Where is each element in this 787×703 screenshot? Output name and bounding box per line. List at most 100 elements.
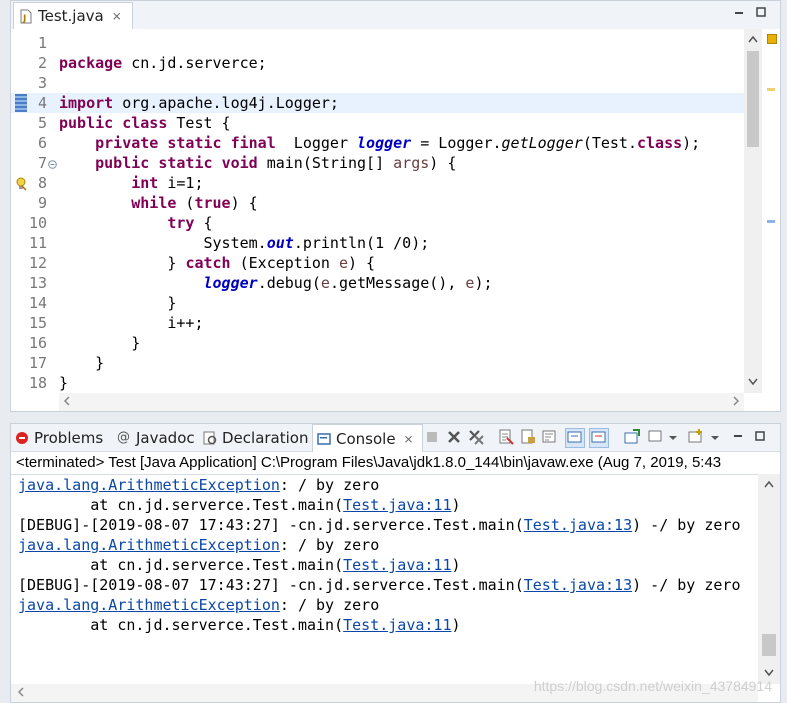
tab-label: Declaration <box>222 428 309 447</box>
pin-console-icon[interactable] <box>623 428 641 446</box>
close-icon[interactable]: ⨯ <box>404 432 414 446</box>
code-text: i++; <box>59 314 204 332</box>
occurrence-marker[interactable] <box>767 88 775 91</box>
show-on-stderr-icon[interactable] <box>589 428 609 448</box>
stacktrace-link[interactable]: java.lang.ArithmeticException <box>18 476 280 494</box>
stacktrace-link[interactable]: Test.java:11 <box>343 496 451 514</box>
code-text: private static final Logger logger = Log… <box>95 134 701 152</box>
code-line[interactable]: 10 try { <box>11 213 744 233</box>
minimize-icon[interactable] <box>732 6 746 18</box>
line-number: 17 <box>28 354 47 372</box>
line-number: 18 <box>28 374 47 392</box>
line-number: 7 <box>37 154 47 172</box>
warning-overview-marker[interactable] <box>767 34 777 44</box>
chevron-down-icon[interactable] <box>709 428 721 446</box>
code-line[interactable]: 9 while (true) { <box>11 193 744 213</box>
code-text: try { <box>167 214 213 232</box>
close-icon[interactable]: ⨯ <box>112 9 122 23</box>
scroll-up-icon[interactable] <box>748 33 758 46</box>
remove-all-terminated-icon[interactable] <box>467 428 485 446</box>
code-line[interactable]: 6 private static final Logger logger = L… <box>11 133 744 153</box>
code-line[interactable]: 18} <box>11 373 744 393</box>
stacktrace-link[interactable]: Test.java:13 <box>524 576 632 594</box>
code-line[interactable]: 7 public static void main(String[] args)… <box>11 153 744 173</box>
scroll-lock-icon[interactable] <box>519 428 537 446</box>
code-line[interactable]: 11 System.out.println(1 /0); <box>11 233 744 253</box>
scroll-left-icon[interactable] <box>63 396 71 409</box>
editor-tab-label: Test.java <box>38 7 104 25</box>
code-line[interactable]: 12 } catch (Exception e) { <box>11 253 744 273</box>
minimize-icon[interactable] <box>731 428 749 446</box>
code-text: public class Test { <box>59 114 231 132</box>
tab-declaration[interactable]: Declaration <box>203 424 308 451</box>
java-file-icon: J <box>20 9 32 24</box>
stacktrace-link[interactable]: java.lang.ArithmeticException <box>18 536 280 554</box>
editor-vertical-scrollbar[interactable] <box>744 29 762 393</box>
code-line[interactable]: 4 import org.apache.log4j.Logger; <box>11 93 744 113</box>
console-line: java.lang.ArithmeticException: / by zero <box>18 476 380 494</box>
clear-console-icon[interactable] <box>497 428 515 446</box>
remove-launch-icon[interactable] <box>445 428 463 446</box>
console-scroll-thumb[interactable] <box>762 634 776 656</box>
stacktrace-link[interactable]: Test.java:11 <box>343 556 451 574</box>
editor-panel: J Test.java ⨯ 1 2 package cn.jd.serverce; 3… <box>10 0 781 412</box>
code-editor[interactable]: 1 2 package cn.jd.serverce; 3 4 import org.ap… <box>11 29 744 393</box>
display-selected-console-icon[interactable] <box>647 428 665 446</box>
editor-horizontal-scrollbar[interactable] <box>59 393 744 411</box>
code-line[interactable]: 5 public class Test { <box>11 113 744 133</box>
line-number: 14 <box>28 294 47 312</box>
line-number: 13 <box>28 274 47 292</box>
terminate-icon[interactable] <box>423 428 441 446</box>
line-number: 9 <box>37 194 47 212</box>
editor-scroll-thumb[interactable] <box>747 51 759 147</box>
code-text: import org.apache.log4j.Logger; <box>59 94 339 112</box>
code-line[interactable]: 17 } <box>11 353 744 373</box>
word-wrap-icon[interactable] <box>541 428 559 446</box>
code-line[interactable]: 8 int i=1; <box>11 173 744 193</box>
line-number: 16 <box>28 334 47 352</box>
console-vertical-scrollbar[interactable] <box>758 474 780 684</box>
editor-tab-test-java[interactable]: J Test.java ⨯ <box>13 2 133 29</box>
maximize-icon[interactable] <box>753 428 771 446</box>
scroll-up-icon[interactable] <box>764 478 774 491</box>
line-number: 1 <box>37 34 47 52</box>
code-line[interactable]: 16 } <box>11 333 744 353</box>
at-icon: @ <box>117 429 130 445</box>
maximize-icon[interactable] <box>754 6 768 18</box>
console-line: at cn.jd.serverce.Test.main(Test.java:11… <box>18 496 461 514</box>
view-tab-bar: Problems @ Javadoc Declaration Console ⨯ <box>11 424 780 452</box>
svg-text:J: J <box>22 14 26 24</box>
console-line: at cn.jd.serverce.Test.main(Test.java:11… <box>18 616 461 634</box>
code-text: int i=1; <box>131 174 204 192</box>
problems-icon <box>15 431 29 445</box>
tab-console[interactable]: Console ⨯ <box>312 424 423 452</box>
code-line[interactable]: 14 } <box>11 293 744 313</box>
open-console-icon[interactable] <box>687 428 705 446</box>
tab-label: Javadoc <box>136 428 195 447</box>
code-line[interactable]: 2 package cn.jd.serverce; <box>11 53 744 73</box>
code-line[interactable]: 3 <box>11 73 744 93</box>
code-line[interactable]: 15 i++; <box>11 313 744 333</box>
code-line[interactable]: 13 logger.debug(e.getMessage(), e); <box>11 273 744 293</box>
code-line[interactable]: 1 <box>11 33 744 53</box>
scroll-left-icon[interactable] <box>17 687 25 700</box>
line-number: 2 <box>37 54 47 72</box>
scroll-down-icon[interactable] <box>748 376 758 389</box>
stacktrace-link[interactable]: Test.java:13 <box>524 516 632 534</box>
console-output[interactable]: java.lang.ArithmeticException: / by zero… <box>11 474 758 684</box>
chevron-down-icon[interactable] <box>667 428 679 446</box>
tab-problems[interactable]: Problems <box>15 424 103 451</box>
stacktrace-link[interactable]: Test.java:11 <box>343 616 451 634</box>
line-number: 15 <box>28 314 47 332</box>
line-number: 3 <box>37 74 47 92</box>
overview-ruler[interactable] <box>762 29 780 393</box>
show-on-stdout-icon[interactable] <box>565 428 585 448</box>
tab-label: Console <box>336 429 396 448</box>
tab-javadoc[interactable]: @ Javadoc <box>117 424 195 451</box>
bookmark-overview-marker[interactable] <box>767 220 775 223</box>
stacktrace-link[interactable]: java.lang.ArithmeticException <box>18 596 280 614</box>
scroll-right-icon[interactable] <box>732 396 740 409</box>
code-text: public static void main(String[] args) { <box>95 154 457 172</box>
console-line: java.lang.ArithmeticException: / by zero <box>18 536 380 554</box>
console-line: java.lang.ArithmeticException: / by zero <box>18 596 380 614</box>
